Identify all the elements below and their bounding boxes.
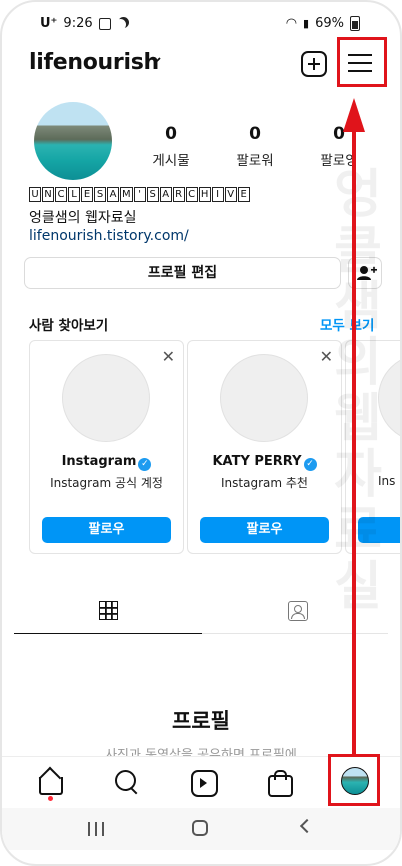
- stat-posts[interactable]: 0 게시물: [136, 124, 206, 169]
- bio-letter: H: [198, 187, 211, 202]
- bio-letter: U: [29, 187, 41, 202]
- bio-letter: A: [159, 187, 172, 202]
- bio-letter: N: [42, 187, 54, 202]
- bio-letter: R: [172, 187, 185, 202]
- home-icon[interactable]: [35, 767, 65, 797]
- back-icon[interactable]: [299, 818, 315, 834]
- system-home-icon[interactable]: [192, 820, 208, 836]
- bio-letter: E: [237, 187, 250, 202]
- suggestion-name-text: KATY PERRY: [212, 454, 302, 469]
- reels-icon[interactable]: [188, 767, 218, 797]
- verified-badge-icon: ✓: [303, 458, 317, 471]
- bio-letter: S: [94, 187, 106, 202]
- username-switcher[interactable]: lifenourish: [29, 50, 159, 75]
- stat-value: 0: [249, 124, 261, 144]
- bio-letter: ': [133, 187, 146, 202]
- chevron-down-icon[interactable]: [150, 54, 162, 66]
- stat-label: 팔로워: [236, 153, 274, 169]
- status-left: U⁺ 9:26: [40, 16, 128, 31]
- bio-letter: S: [146, 187, 159, 202]
- profile-tab-button[interactable]: [328, 754, 380, 806]
- empty-state-title: 프로필: [172, 709, 230, 733]
- tagged-photos-icon[interactable]: [288, 601, 308, 621]
- close-icon[interactable]: ✕: [162, 347, 175, 366]
- profile-tab-avatar: [341, 767, 369, 795]
- suggestion-avatar[interactable]: [62, 354, 150, 442]
- watermark-text: 엉클샘의웹자료실: [334, 165, 382, 617]
- profile-avatar[interactable]: [34, 102, 112, 180]
- bio-letter: C: [185, 187, 198, 202]
- clock: 9:26: [63, 16, 93, 31]
- discover-people-title: 사람 찾아보기: [29, 318, 109, 334]
- suggestion-name[interactable]: KATY PERRY ✓: [188, 454, 341, 471]
- wifi-icon: ◠: [285, 16, 298, 31]
- phone-frame: U⁺ 9:26 ◠ ▮ 69% lifenourish 0 게시물 0 팔로워 …: [0, 0, 402, 866]
- stat-value: 0: [165, 124, 177, 144]
- system-navigation-bar: [2, 808, 400, 850]
- verified-badge-icon: ✓: [138, 458, 152, 471]
- status-bar: U⁺ 9:26 ◠ ▮ 69%: [2, 10, 400, 38]
- suggestion-avatar[interactable]: [220, 354, 308, 442]
- stat-label: 게시물: [152, 153, 190, 169]
- stat-following[interactable]: 0 팔로잉: [304, 124, 374, 169]
- bio-letter: A: [107, 187, 119, 202]
- notification-dot: [48, 796, 53, 801]
- battery-text: 69%: [315, 16, 344, 31]
- bio-letter: C: [55, 187, 67, 202]
- moon-icon: [115, 19, 126, 30]
- suggestion-name-text: Instagram: [61, 454, 137, 469]
- suggestion-subtitle: Instagram 공식 계정: [50, 476, 163, 490]
- gallery-icon: [98, 17, 111, 30]
- stat-value: 0: [333, 124, 345, 144]
- bio-display-name: 엉클샘의 웹자료실: [29, 210, 137, 226]
- bio-letter: M: [120, 187, 133, 202]
- bio-letter-boxes: U N C L E S A M ' S A R C H I V E: [29, 187, 250, 202]
- follow-button[interactable]: 팔로우: [200, 517, 329, 543]
- recent-apps-icon[interactable]: [88, 822, 104, 836]
- follow-button[interactable]: 팔로우: [42, 517, 171, 543]
- suggestion-card[interactable]: ✕ Instagram ✓ Instagram 공식 계정 팔로우: [29, 340, 184, 554]
- carrier: U⁺: [40, 16, 58, 31]
- suggestion-card[interactable]: ✕ KATY PERRY ✓ Instagram 추천 팔로우: [187, 340, 342, 554]
- search-icon[interactable]: [112, 767, 142, 797]
- battery-icon: [350, 16, 360, 31]
- stat-followers[interactable]: 0 팔로워: [220, 124, 290, 169]
- signal-icon: ▮: [303, 17, 310, 30]
- suggestion-subtitle: Instagram 추천: [221, 476, 308, 490]
- suggestion-name[interactable]: Instagram ✓: [30, 454, 183, 471]
- bio-letter: I: [211, 187, 224, 202]
- create-post-button[interactable]: [301, 51, 327, 77]
- tab-grid[interactable]: [14, 594, 202, 634]
- grid-icon: [99, 601, 118, 620]
- shop-icon[interactable]: [264, 767, 294, 797]
- bio-letter: L: [68, 187, 80, 202]
- bio-letter: V: [224, 187, 237, 202]
- status-right: ◠ ▮ 69%: [286, 16, 360, 31]
- menu-highlight-annotation: [337, 37, 387, 87]
- bio-letter: E: [81, 187, 93, 202]
- bio-website-link[interactable]: lifenourish.tistory.com/: [29, 228, 189, 244]
- edit-profile-button[interactable]: 프로필 편집: [24, 257, 341, 289]
